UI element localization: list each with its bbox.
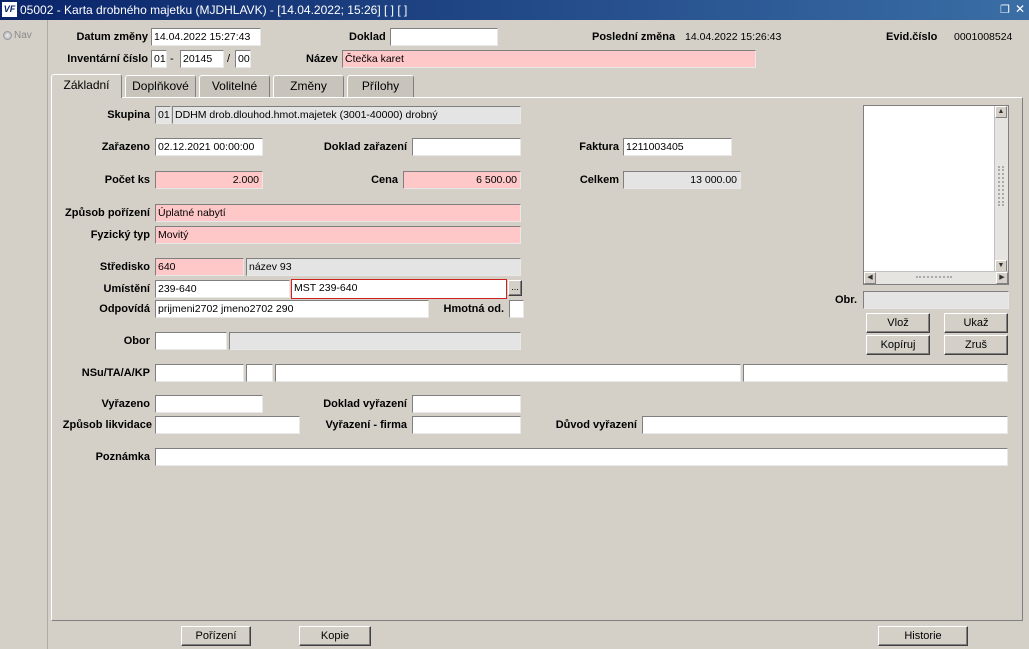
umisteni-field[interactable]: 239-640 [155,280,290,298]
vloz-button[interactable]: Vlož [866,313,930,333]
faktura-label: Faktura [579,141,619,153]
skupina-kod-field[interactable]: 01 [155,106,171,124]
inv-cislo-part3[interactable]: 00 [235,50,251,68]
inv-cislo-part1[interactable]: 01 [151,50,167,68]
fyzicky-typ-label: Fyzický typ [90,229,150,241]
tab-zmeny[interactable]: Změny [273,75,344,97]
doklad-vyrazeni-label: Doklad vyřazení [323,398,407,410]
stredisko-nazev-field: název 93 [246,258,521,276]
evid-cislo-label: Evid.číslo [886,31,938,43]
tab-prilohy[interactable]: Přílohy [347,75,414,97]
image-vscroll[interactable]: ▲ ▼ [994,106,1008,272]
tab-volitelne[interactable]: Volitelné [199,75,270,97]
doklad-label: Doklad [349,31,386,43]
zpusob-porizeni-label: Způsob pořízení [65,207,150,219]
skupina-label: Skupina [107,109,150,121]
image-preview: ▲ ▼ ◀ ▶ [863,105,1009,285]
tab-zakladni[interactable]: Základní [51,74,122,98]
umisteni-lookup-button[interactable]: ... [508,280,522,296]
faktura-field[interactable]: 1211003405 [623,138,732,156]
vyrazeni-firma-label: Vyřazení - firma [325,419,407,431]
kopiruj-button[interactable]: Kopíruj [866,335,930,355]
nsu-field-2[interactable] [246,364,273,382]
odpovida-label: Odpovídá [99,303,150,315]
poznamka-field[interactable] [155,448,1008,466]
pocet-ks-field[interactable]: 2.000 [155,171,263,189]
fyzicky-typ-field[interactable]: Movitý [155,226,521,244]
obor-field[interactable] [155,332,227,350]
inv-sep2: / [227,53,231,65]
close-icon[interactable]: ✕ [1015,2,1025,16]
doklad-field[interactable] [390,28,498,46]
nav-button[interactable]: Nav [3,30,32,41]
zpusob-porizeni-field[interactable]: Úplatné nabytí [155,204,521,222]
vyrazeno-label: Vyřazeno [101,398,150,410]
tab-doplnkove[interactable]: Doplňkové [125,75,196,97]
obor-label: Obor [123,335,150,347]
zrus-button[interactable]: Zruš [944,335,1008,355]
scroll-up-icon[interactable]: ▲ [995,106,1007,118]
zarazeno-field[interactable]: 02.12.2021 00:00:00 [155,138,263,156]
evid-cislo-value: 0001008524 [954,31,1013,43]
cena-field[interactable]: 6 500.00 [403,171,521,189]
kopie-button[interactable]: Kopie [299,626,371,646]
celkem-field: 13 000.00 [623,171,741,189]
inv-cislo-label: Inventární číslo [67,53,148,65]
ukaz-button[interactable]: Ukaž [944,313,1008,333]
historie-button[interactable]: Historie [878,626,968,646]
celkem-label: Celkem [579,174,619,186]
obr-field [863,291,1009,309]
vyrazeni-firma-field[interactable] [412,416,521,434]
nazev-field[interactable]: Čtečka karet [342,50,756,68]
app-logo-icon: VF [2,2,17,17]
image-hscroll[interactable]: ◀ ▶ [864,271,1008,284]
restore-icon[interactable]: ❐ [1000,3,1010,16]
hscroll-grip-icon [916,276,952,280]
title-bar: VF 05002 - Karta drobného majetku (MJDHL… [0,0,1029,20]
umisteni-label: Umístění [103,283,150,295]
duvod-vyrazeni-label: Důvod vyřazení [555,419,637,431]
zpusob-likvidace-field[interactable] [155,416,300,434]
doklad-vyrazeni-field[interactable] [412,395,521,413]
stredisko-label: Středisko [99,261,150,273]
zarazeno-label: Zařazeno [101,141,150,153]
doklad-zarazeni-field[interactable] [412,138,521,156]
nsu-field-3[interactable] [275,364,741,382]
hmotna-od-label: Hmotná od. [443,303,505,315]
scroll-left-icon[interactable]: ◀ [864,272,876,284]
left-nav-strip [0,20,48,649]
nsu-field-4[interactable] [743,364,1008,382]
nsu-label: NSu/TA/A/KP [81,367,150,379]
datum-zmeny-label: Datum změny [76,31,148,43]
posledni-zmena-value: 14.04.2022 15:26:43 [685,31,782,43]
pocet-ks-label: Počet ks [104,174,150,186]
vyrazeno-field[interactable] [155,395,263,413]
duvod-vyrazeni-field[interactable] [642,416,1008,434]
scroll-right-icon[interactable]: ▶ [996,272,1008,284]
window-title: 05002 - Karta drobného majetku (MJDHLAVK… [20,3,408,17]
obor-nazev-field [229,332,521,350]
skupina-text-field: DDHM drob.dlouhod.hmot.majetek (3001-400… [172,106,521,124]
porizeni-button[interactable]: Pořízení [181,626,251,646]
scroll-grip-icon [998,166,1004,206]
obr-label: Obr. [835,294,858,306]
zpusob-likvidace-label: Způsob likvidace [62,419,152,431]
odpovida-field[interactable]: prijmeni2702 jmeno2702 290 [155,300,429,318]
nav-radio-icon [3,30,12,40]
hmotna-od-field[interactable] [509,300,524,318]
stredisko-field[interactable]: 640 [155,258,244,276]
doklad-zarazeni-label: Doklad zařazení [323,141,407,153]
datum-zmeny-field[interactable]: 14.04.2022 15:27:43 [151,28,261,46]
cena-label: Cena [371,174,398,186]
nsu-field-1[interactable] [155,364,244,382]
umisteni-nazev-field[interactable]: MST 239-640 [291,279,507,299]
nazev-label: Název [306,53,338,65]
inv-sep1: - [170,53,174,65]
inv-cislo-part2[interactable]: 20145 [180,50,224,68]
posledni-zmena-label: Poslední změna [592,31,676,43]
poznamka-label: Poznámka [95,451,150,463]
